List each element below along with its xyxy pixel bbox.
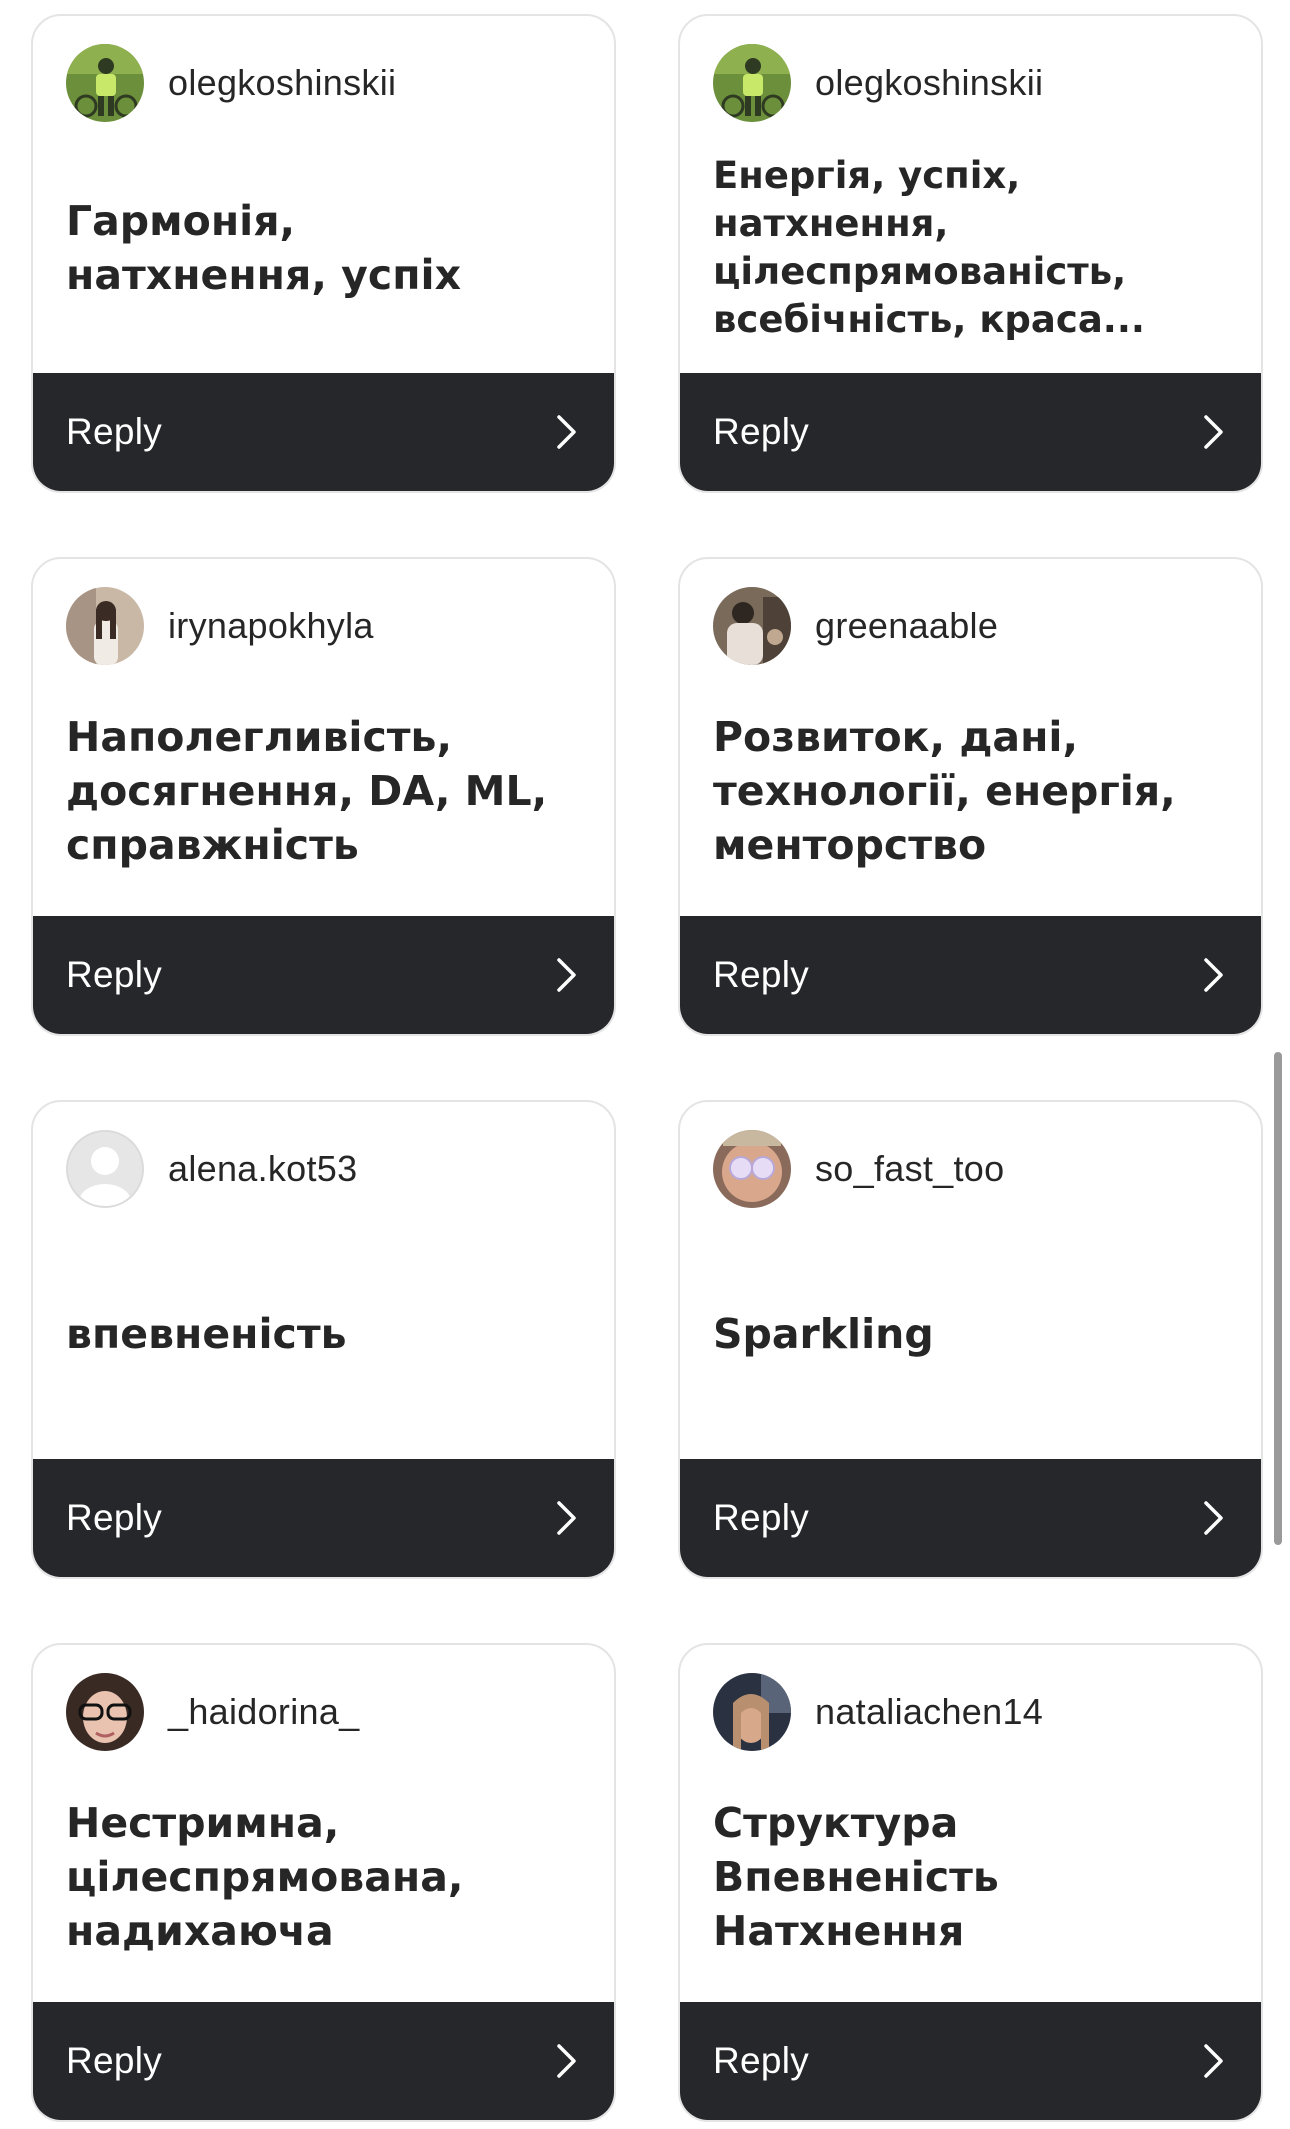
message-text: Розвиток, дані, технології, енергія, мен… [713,712,1176,869]
message-area: впевненість [66,1208,581,1459]
avatar[interactable] [66,1130,144,1208]
username[interactable]: _haidorina_ [168,1691,359,1733]
card-header: olegkoshinskii [713,44,1228,122]
reply-label: Reply [66,954,163,995]
avatar[interactable] [713,587,791,665]
chevron-right-icon [1204,415,1223,449]
message-area: Гармонія, натхнення, успіх [66,122,581,373]
message-text: Енергія, успіх, натхнення, цілеспрямован… [713,153,1145,341]
chevron-right-icon [557,958,576,992]
reply-button[interactable]: Reply [680,1459,1261,1577]
message-text: Нестримна, цілеспрямована, надихаюча [66,1798,464,1955]
card-body: olegkoshinskii Енергія, успіх, натхнення… [680,16,1261,373]
message-text: впевненість [66,1309,347,1358]
card-body: greenaable Розвиток, дані, технології, е… [680,559,1261,916]
message-text: Наполегливість, досягнення, DA, ML, спра… [66,712,548,869]
chevron-right-icon [557,1501,576,1535]
reply-button[interactable]: Reply [33,1459,614,1577]
avatar[interactable] [66,1673,144,1751]
message-area: Структура Впевненість Натхнення [713,1751,1228,2002]
reply-label: Reply [66,2040,163,2081]
reply-card: irynapokhyla Наполегливість, досягнення,… [31,557,616,1036]
card-body: olegkoshinskii Гармонія, натхнення, успі… [33,16,614,373]
username[interactable]: so_fast_too [815,1148,1004,1190]
reply-card: greenaable Розвиток, дані, технології, е… [678,557,1263,1036]
message-area: Наполегливість, досягнення, DA, ML, спра… [66,665,581,916]
message-text: Гармонія, натхнення, успіх [66,196,462,299]
reply-button[interactable]: Reply [33,373,614,491]
avatar[interactable] [66,44,144,122]
replies-grid: olegkoshinskii Гармонія, натхнення, успі… [31,14,1263,2122]
reply-label: Reply [713,954,810,995]
chevron-right-icon [1204,2044,1223,2078]
reply-card: alena.kot53 впевненість Reply [31,1100,616,1579]
username[interactable]: greenaable [815,605,998,647]
card-header: _haidorina_ [66,1673,581,1751]
reply-card: olegkoshinskii Енергія, успіх, натхнення… [678,14,1263,493]
card-header: so_fast_too [713,1130,1228,1208]
message-area: Розвиток, дані, технології, енергія, мен… [713,665,1228,916]
avatar[interactable] [713,1130,791,1208]
card-body: alena.kot53 впевненість [33,1102,614,1459]
message-area: Нестримна, цілеспрямована, надихаюча [66,1751,581,2002]
card-body: irynapokhyla Наполегливість, досягнення,… [33,559,614,916]
username[interactable]: nataliachen14 [815,1691,1043,1733]
card-header: olegkoshinskii [66,44,581,122]
scrollbar[interactable] [1274,1052,1282,1545]
username[interactable]: olegkoshinskii [815,62,1043,104]
card-body: _haidorina_ Нестримна, цілеспрямована, н… [33,1645,614,2002]
reply-card: _haidorina_ Нестримна, цілеспрямована, н… [31,1643,616,2122]
reply-label: Reply [66,411,163,452]
chevron-right-icon [557,415,576,449]
avatar[interactable] [713,44,791,122]
avatar[interactable] [66,587,144,665]
reply-card: olegkoshinskii Гармонія, натхнення, успі… [31,14,616,493]
reply-label: Reply [66,1497,163,1538]
reply-button[interactable]: Reply [33,916,614,1034]
chevron-right-icon [1204,958,1223,992]
reply-label: Reply [713,1497,810,1538]
reply-card: nataliachen14 Структура Впевненість Натх… [678,1643,1263,2122]
reply-button[interactable]: Reply [33,2002,614,2120]
chevron-right-icon [557,2044,576,2078]
username[interactable]: irynapokhyla [168,605,374,647]
card-header: irynapokhyla [66,587,581,665]
message-area: Енергія, успіх, натхнення, цілеспрямован… [713,122,1228,373]
chevron-right-icon [1204,1501,1223,1535]
reply-label: Reply [713,2040,810,2081]
card-body: so_fast_too Sparkling [680,1102,1261,1459]
card-header: greenaable [713,587,1228,665]
reply-button[interactable]: Reply [680,916,1261,1034]
username[interactable]: olegkoshinskii [168,62,396,104]
reply-button[interactable]: Reply [680,2002,1261,2120]
reply-button[interactable]: Reply [680,373,1261,491]
message-area: Sparkling [713,1208,1228,1459]
card-header: alena.kot53 [66,1130,581,1208]
avatar[interactable] [713,1673,791,1751]
message-text: Структура Впевненість Натхнення [713,1798,999,1955]
username[interactable]: alena.kot53 [168,1148,357,1190]
reply-card: so_fast_too Sparkling Reply [678,1100,1263,1579]
message-text: Sparkling [713,1309,934,1358]
card-body: nataliachen14 Структура Впевненість Натх… [680,1645,1261,2002]
card-header: nataliachen14 [713,1673,1228,1751]
reply-label: Reply [713,411,810,452]
